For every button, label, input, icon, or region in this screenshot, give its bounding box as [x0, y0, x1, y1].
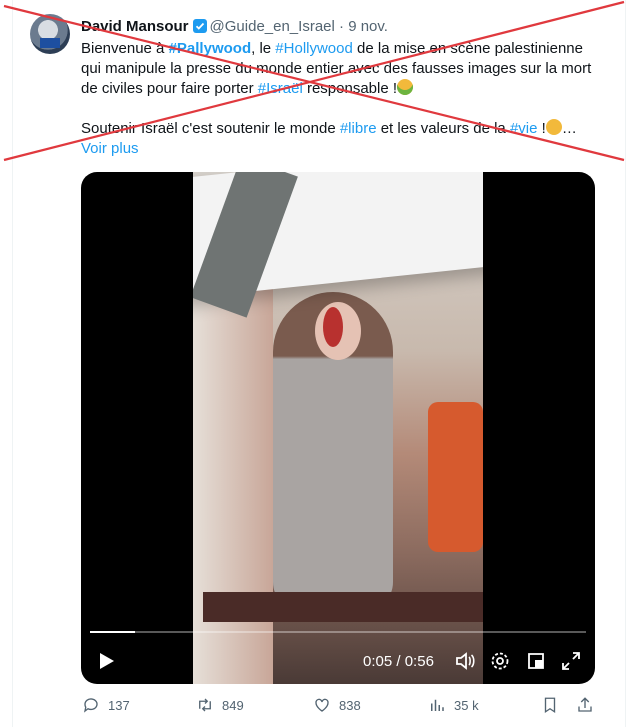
- text-segment: responsable !: [302, 80, 398, 97]
- reply-count: 137: [108, 697, 130, 713]
- play-icon[interactable]: [95, 650, 117, 672]
- author-handle[interactable]: @Guide_en_Israel: [210, 18, 335, 35]
- hashtag-libre[interactable]: #libre: [340, 120, 377, 137]
- settings-gear-icon[interactable]: [489, 650, 511, 672]
- avatar[interactable]: [30, 14, 70, 54]
- header-separator: ·: [334, 18, 349, 35]
- video-frame: [193, 172, 483, 684]
- author-name[interactable]: David Mansour: [81, 18, 189, 35]
- tweet-paragraph-2: Soutenir Israël c'est soutenir le monde …: [81, 119, 601, 159]
- tweet-header: David Mansour @Guide_en_Israel · 9 nov.: [81, 17, 388, 37]
- like-button[interactable]: 838: [313, 696, 361, 714]
- reply-button[interactable]: 137: [82, 696, 130, 714]
- views-count: 35 k: [454, 697, 479, 713]
- hashtag-pallywood[interactable]: #Pallywood: [169, 40, 252, 57]
- video-progress-fill: [90, 631, 135, 633]
- views-icon: [431, 699, 444, 711]
- video-player[interactable]: 0:05 / 0:56: [81, 172, 595, 684]
- current-time: 0:05: [363, 653, 393, 670]
- show-more-link[interactable]: Voir plus: [81, 139, 601, 159]
- nauseated-face-icon: [397, 79, 414, 95]
- reply-icon: [83, 698, 98, 713]
- like-count: 838: [339, 697, 361, 713]
- video-time: 0:05 / 0:56: [363, 652, 434, 672]
- time-separator: /: [392, 653, 405, 670]
- text-ellipsis: …: [561, 120, 577, 137]
- text-segment: , le: [251, 40, 276, 57]
- hashtag-israel[interactable]: #Israël: [258, 80, 303, 97]
- text-segment: Bienvenue à: [81, 40, 169, 57]
- repost-icon: [199, 698, 211, 712]
- hashtag-vie[interactable]: #vie: [510, 120, 538, 137]
- hashtag-hollywood[interactable]: #Hollywood: [275, 40, 353, 57]
- bookmark-icon[interactable]: [541, 696, 559, 714]
- text-segment: et les valeurs de la: [376, 120, 510, 137]
- volume-icon[interactable]: [454, 650, 476, 672]
- tweet-date[interactable]: 9 nov.: [348, 18, 388, 35]
- share-icon[interactable]: [576, 696, 594, 714]
- tweet-text: Bienvenue à #Pallywood, le #Hollywood de…: [81, 39, 601, 159]
- text-segment: Soutenir Israël c'est soutenir le monde: [81, 120, 340, 137]
- verified-badge-icon: [192, 19, 207, 33]
- repost-button[interactable]: 849: [196, 696, 244, 714]
- tweet-paragraph-1: Bienvenue à #Pallywood, le #Hollywood de…: [81, 39, 601, 99]
- duration: 0:56: [404, 653, 434, 670]
- picture-in-picture-icon[interactable]: [525, 650, 547, 672]
- angry-face-icon: [545, 119, 562, 135]
- heart-icon: [315, 698, 329, 712]
- video-progress-bar[interactable]: [90, 631, 586, 633]
- fullscreen-icon[interactable]: [560, 650, 582, 672]
- text-segment: !: [537, 120, 546, 137]
- repost-count: 849: [222, 697, 244, 713]
- tweet-actions-bar: 137 849 838 35 k: [0, 692, 628, 722]
- views-button[interactable]: 35 k: [428, 696, 479, 714]
